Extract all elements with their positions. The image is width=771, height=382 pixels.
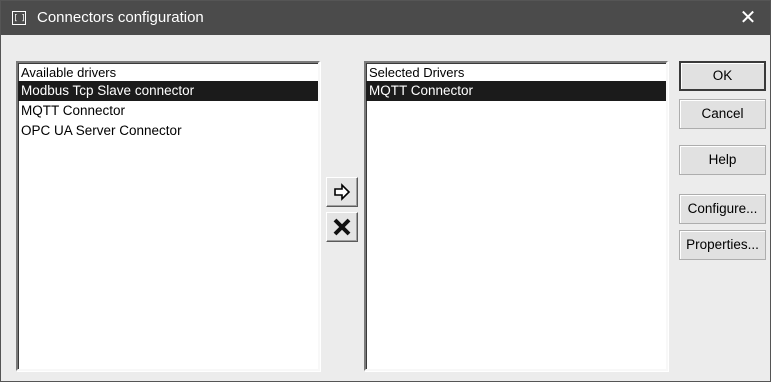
list-item-modbus-tcp-slave[interactable]: Modbus Tcp Slave connector [18, 81, 318, 101]
available-drivers-header: Available drivers [21, 65, 117, 80]
properties-button[interactable]: Properties... [679, 230, 766, 260]
close-button[interactable]: ✕ [726, 1, 770, 35]
list-item-selected-mqtt[interactable]: MQTT Connector [366, 81, 666, 101]
help-button[interactable]: Help [679, 145, 766, 175]
app-icon: [ ] [12, 11, 26, 25]
right-arrow-icon [334, 183, 351, 201]
list-item-mqtt-connector[interactable]: MQTT Connector [18, 101, 318, 121]
add-driver-button[interactable] [326, 177, 358, 207]
remove-x-icon [333, 218, 351, 236]
configure-button[interactable]: Configure... [679, 194, 766, 224]
window-title: Connectors configuration [37, 9, 204, 26]
close-icon: ✕ [739, 7, 757, 29]
ok-button[interactable]: OK [679, 61, 766, 91]
connectors-configuration-dialog: [ ] Connectors configuration ✕ Available… [0, 0, 771, 382]
available-drivers-list[interactable]: Available drivers Modbus Tcp Slave conne… [16, 61, 320, 371]
selected-drivers-list[interactable]: Selected Drivers MQTT Connector [364, 61, 668, 371]
title-bar[interactable]: [ ] Connectors configuration ✕ [1, 1, 770, 35]
remove-driver-button[interactable] [326, 212, 358, 242]
cancel-button[interactable]: Cancel [679, 99, 766, 129]
list-item-opc-ua-server[interactable]: OPC UA Server Connector [18, 121, 318, 141]
selected-drivers-header: Selected Drivers [369, 65, 465, 80]
